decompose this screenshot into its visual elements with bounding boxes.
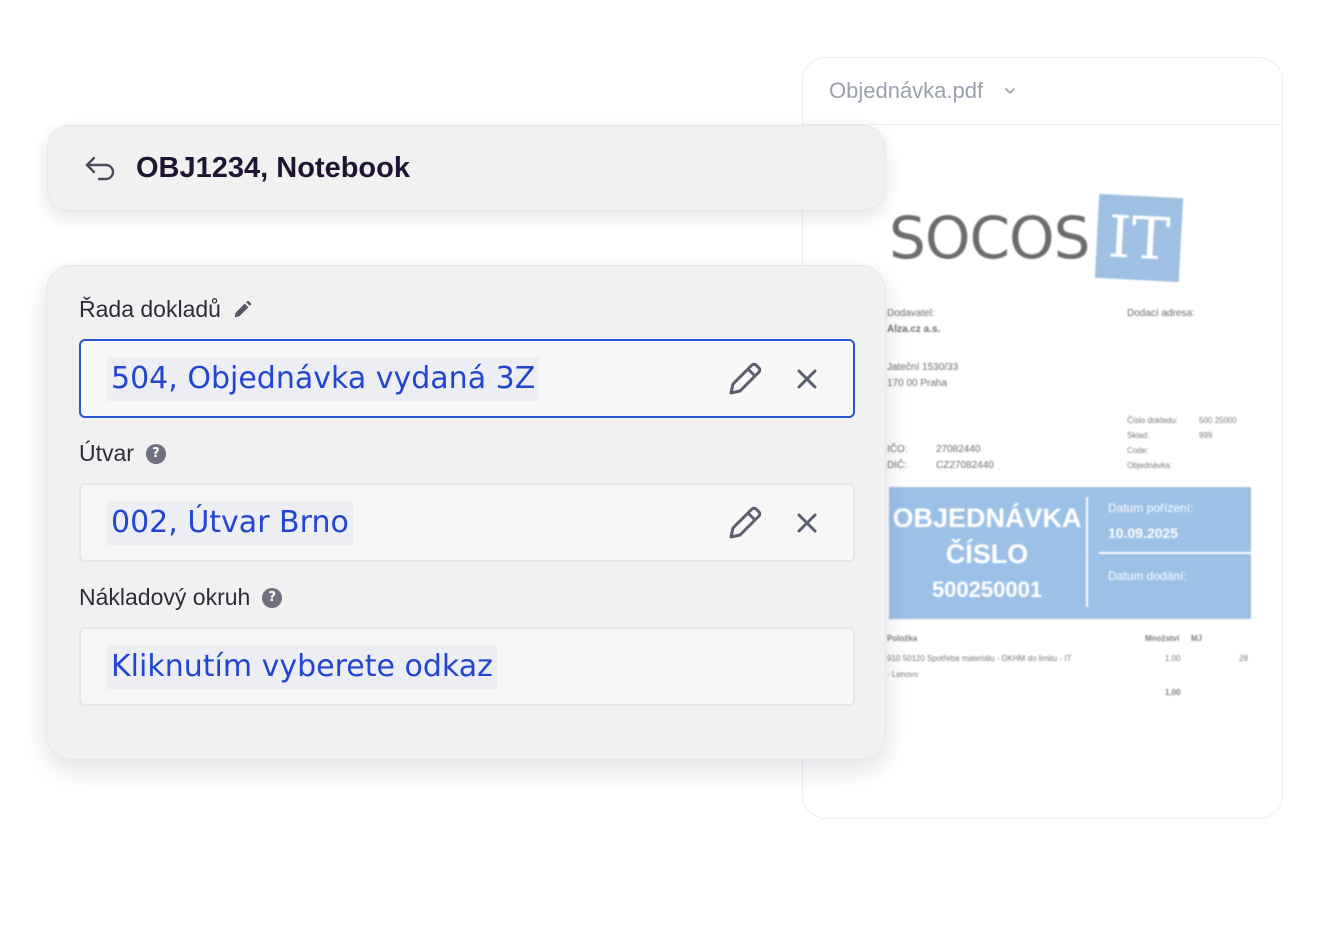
cost-center-field[interactable]: Kliknutím vyberete odkaz	[79, 627, 855, 706]
item-row-qty: 1,00	[1165, 654, 1181, 663]
form-card: Řada dokladů 504, Objednávka vydaná 3Z Ú…	[46, 265, 886, 760]
order-box-number: 500250001	[931, 577, 1043, 602]
pdf-file-name: Objednávka.pdf	[829, 78, 984, 103]
doc-number-value: 500 25000	[1199, 416, 1237, 425]
col-unit-header: MJ	[1191, 634, 1203, 643]
delivery-address-label: Dodací adresa:	[1127, 308, 1195, 319]
warehouse-label: Sklad:	[1127, 431, 1150, 440]
field-label-department: Útvar ?	[79, 440, 166, 467]
doc-number-label: Číslo dokladu:	[1127, 416, 1178, 425]
dic-value: CZ27082440	[936, 460, 994, 471]
edit-pencil-icon[interactable]	[723, 501, 767, 545]
supplier-label: Dodavatel:	[887, 308, 935, 319]
order-number-box: OBJEDNÁVKA ČÍSLO 500250001 Datum pořízen…	[889, 487, 1251, 619]
item-row-text-2: - Lenovo	[887, 670, 919, 679]
code-label: Code:	[1127, 446, 1149, 455]
order-box-title-1: OBJEDNÁVKA	[892, 503, 1082, 533]
field-label-document-series: Řada dokladů	[79, 296, 253, 323]
warehouse-value: 999	[1199, 431, 1213, 440]
help-icon[interactable]: ?	[262, 587, 283, 608]
chevron-down-icon	[1005, 88, 1015, 95]
total-qty: 1,00	[1165, 688, 1181, 697]
dic-label: DIČ:	[887, 460, 907, 471]
ico-value: 27082440	[936, 444, 981, 455]
address-line-1: Jateční 1530/33	[887, 362, 959, 373]
company-logo: SOCOS IT	[889, 193, 1184, 283]
date-created-label: Datum pořízení:	[1108, 501, 1194, 515]
ico-label: IČO:	[887, 444, 908, 455]
help-icon[interactable]: ?	[145, 443, 166, 464]
pencil-icon[interactable]	[231, 299, 253, 321]
page-title: OBJ1234, Notebook	[136, 151, 410, 184]
col-qty-header: Množství	[1145, 634, 1180, 643]
clear-icon[interactable]	[795, 511, 819, 535]
order-label: Objednávka:	[1127, 461, 1172, 470]
clear-icon[interactable]	[795, 367, 819, 391]
order-box-title-2: ČÍSLO	[945, 539, 1029, 569]
record-title-bar: OBJ1234, Notebook	[47, 125, 885, 211]
date-created-value: 10.09.2025	[1108, 525, 1179, 541]
item-row-unit: 28	[1239, 654, 1248, 663]
supplier-name: Alza.cz a.s.	[887, 324, 941, 335]
pdf-file-selector[interactable]: Objednávka.pdf	[803, 58, 1282, 125]
field-label-cost-center: Nákladový okruh ?	[79, 584, 283, 611]
document-series-field[interactable]: 504, Objednávka vydaná 3Z	[79, 339, 855, 418]
back-arrow-icon[interactable]	[82, 154, 118, 182]
edit-pencil-icon[interactable]	[723, 357, 767, 401]
address-line-2: 170 00 Praha	[887, 378, 948, 389]
cost-center-link[interactable]: Kliknutím vyberete odkaz	[107, 644, 497, 689]
date-divider	[1099, 552, 1251, 554]
order-box-divider	[1086, 497, 1088, 607]
item-row-text-1: 910 50120 Spotřeba materiálu - DKHM do l…	[887, 654, 1072, 663]
col-item-header: Položka	[887, 634, 918, 643]
department-field[interactable]: 002, Útvar Brno	[79, 483, 855, 562]
document-series-value[interactable]: 504, Objednávka vydaná 3Z	[107, 356, 540, 401]
delivery-date-label: Datum dodání:	[1108, 569, 1187, 583]
department-value[interactable]: 002, Útvar Brno	[107, 500, 353, 545]
